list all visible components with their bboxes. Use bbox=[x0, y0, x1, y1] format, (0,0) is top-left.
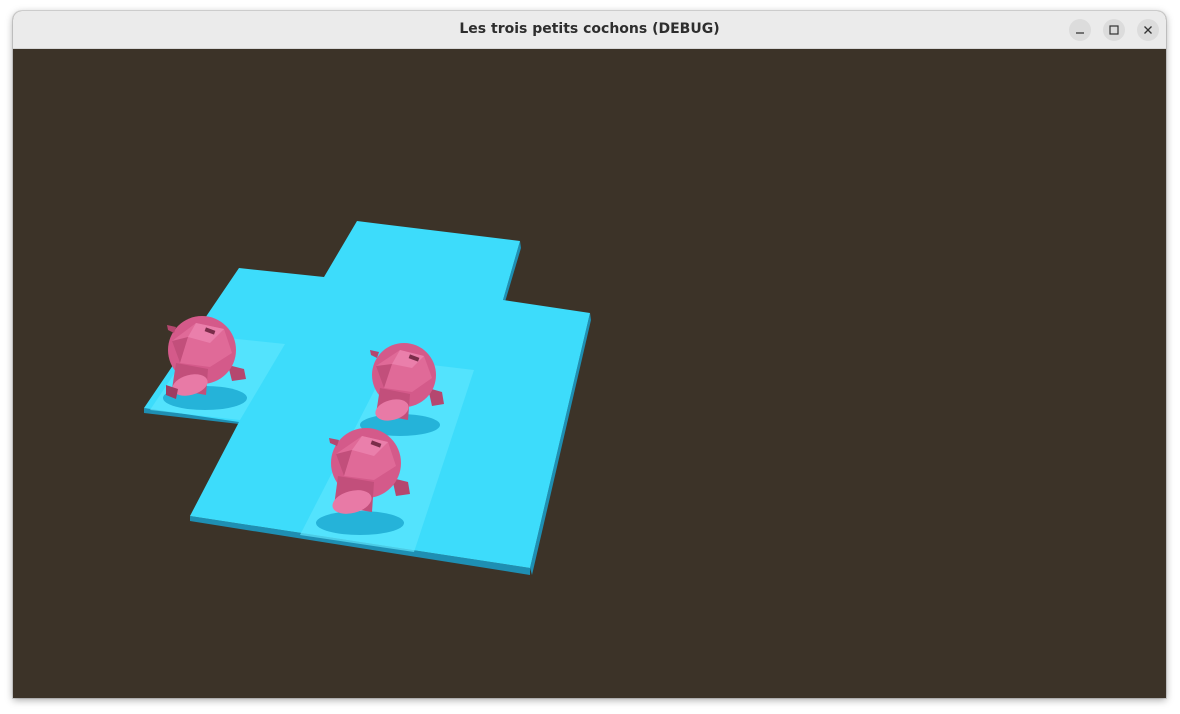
game-scene bbox=[144, 221, 591, 575]
window-title: Les trois petits cochons (DEBUG) bbox=[459, 21, 720, 37]
minimize-icon bbox=[1076, 32, 1084, 34]
maximize-button[interactable] bbox=[1103, 19, 1125, 41]
close-icon bbox=[1144, 26, 1152, 34]
app-window: Les trois petits cochons (DEBUG) bbox=[13, 11, 1166, 698]
title-bar[interactable]: Les trois petits cochons (DEBUG) bbox=[13, 11, 1166, 49]
close-button[interactable] bbox=[1137, 19, 1159, 41]
maximize-icon bbox=[1109, 25, 1119, 35]
minimize-button[interactable] bbox=[1069, 19, 1091, 41]
game-viewport[interactable] bbox=[13, 49, 1166, 698]
